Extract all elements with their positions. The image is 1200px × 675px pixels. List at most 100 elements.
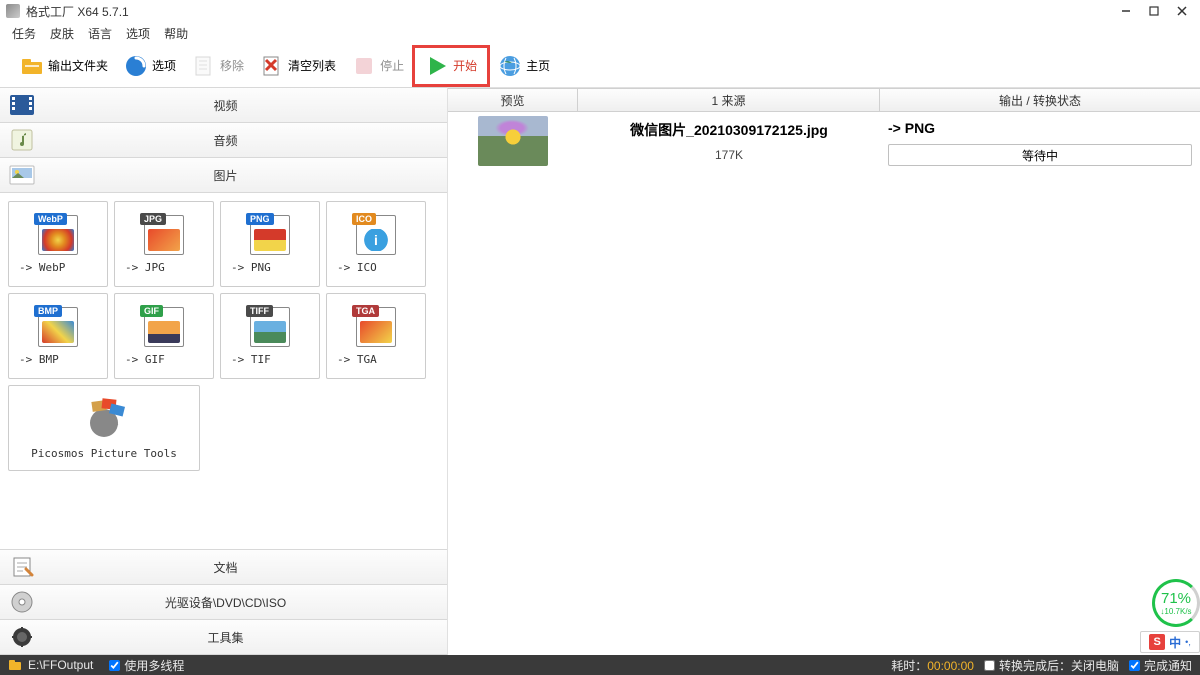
format-jpg[interactable]: JPG -> JPG	[114, 201, 214, 287]
multithread-checkbox[interactable]: 使用多线程	[109, 657, 184, 674]
multithread-input[interactable]	[109, 660, 120, 671]
format-thumb: TGA	[356, 307, 396, 347]
main-panel: 预览 1 来源 输出 / 转换状态 微信图片_20210309172125.jp…	[448, 88, 1200, 655]
ime-more-icon: •,	[1185, 637, 1191, 647]
video-icon	[6, 91, 38, 119]
sidebar: 视频 音频 图片 WebP -> WebP JPG -> JPG	[0, 88, 448, 655]
category-doc-label: 文档	[44, 559, 447, 576]
menu-task[interactable]: 任务	[12, 25, 36, 42]
maximize-button[interactable]	[1142, 2, 1166, 20]
picosmos-icon	[76, 397, 132, 441]
minimize-button[interactable]	[1114, 2, 1138, 20]
menu-lang[interactable]: 语言	[88, 25, 112, 42]
category-image-label: 图片	[44, 167, 447, 184]
stop-label: 停止	[380, 57, 404, 74]
category-video[interactable]: 视频	[0, 87, 447, 123]
category-doc[interactable]: 文档	[0, 549, 447, 585]
image-icon	[6, 161, 38, 189]
start-button[interactable]: 开始	[417, 50, 485, 82]
category-audio-label: 音频	[44, 132, 447, 149]
filename: 微信图片_20210309172125.jpg	[630, 120, 828, 140]
format-grid: WebP -> WebP JPG -> JPG PNG -> PNG ICOi …	[8, 201, 439, 471]
speed-widget[interactable]: 71% ↓10.7K/s	[1152, 579, 1200, 627]
elapsed: 耗时：00:00:00	[891, 657, 974, 674]
menu-help[interactable]: 帮助	[164, 25, 188, 42]
clear-icon	[260, 54, 284, 78]
close-after-checkbox[interactable]: 转换完成后：关闭电脑	[984, 657, 1119, 674]
category-audio[interactable]: 音频	[0, 122, 447, 158]
menubar: 任务 皮肤 语言 选项 帮助	[0, 22, 1200, 44]
format-tif[interactable]: TIFF -> TIF	[220, 293, 320, 379]
notify-input[interactable]	[1129, 660, 1140, 671]
remove-button[interactable]: 移除	[184, 50, 252, 82]
formats-area: WebP -> WebP JPG -> JPG PNG -> PNG ICOi …	[0, 193, 447, 550]
remove-label: 移除	[220, 57, 244, 74]
format-bmp[interactable]: BMP -> BMP	[8, 293, 108, 379]
output-folder-label: 输出文件夹	[48, 57, 108, 74]
th-source[interactable]: 1 来源	[578, 89, 880, 111]
output-path[interactable]: E:\FFOutput	[28, 658, 93, 672]
format-ico[interactable]: ICOi -> ICO	[326, 201, 426, 287]
options-button[interactable]: 选项	[116, 50, 184, 82]
category-video-label: 视频	[44, 97, 447, 114]
tools-icon	[6, 623, 38, 651]
options-label: 选项	[152, 57, 176, 74]
close-after-input[interactable]	[984, 660, 995, 671]
format-webp[interactable]: WebP -> WebP	[8, 201, 108, 287]
close-button[interactable]	[1170, 2, 1194, 20]
format-gif[interactable]: GIF -> GIF	[114, 293, 214, 379]
ime-widget[interactable]: S 中 •,	[1140, 631, 1200, 653]
format-png[interactable]: PNG -> PNG	[220, 201, 320, 287]
stop-button[interactable]: 停止	[344, 50, 412, 82]
filesize: 177K	[715, 148, 743, 162]
menu-option[interactable]: 选项	[126, 25, 150, 42]
category-disc-label: 光驱设备\DVD\CD\ISO	[44, 594, 447, 611]
format-thumb: PNG	[250, 215, 290, 255]
play-icon	[425, 54, 449, 78]
format-thumb: GIF	[144, 307, 184, 347]
clear-list-button[interactable]: 清空列表	[252, 50, 344, 82]
format-tga[interactable]: TGA -> TGA	[326, 293, 426, 379]
category-image[interactable]: 图片	[0, 157, 447, 193]
target-format: -> PNG	[888, 120, 1192, 136]
toolbar: 输出文件夹 选项 移除 清空列表 停止 开始 主页	[0, 44, 1200, 88]
cell-source: 微信图片_20210309172125.jpg 177K	[578, 116, 880, 166]
thumbnail-image	[478, 116, 548, 166]
audio-icon	[6, 126, 38, 154]
bottom-categories: 文档 光驱设备\DVD\CD\ISO 工具集	[0, 550, 447, 655]
doc-icon	[6, 553, 38, 581]
format-thumb: JPG	[144, 215, 184, 255]
clear-label: 清空列表	[288, 57, 336, 74]
th-output[interactable]: 输出 / 转换状态	[880, 89, 1200, 111]
format-thumb: WebP	[38, 215, 78, 255]
picosmos-label: Picosmos Picture Tools	[31, 447, 177, 460]
remove-icon	[192, 54, 216, 78]
multithread-label: 使用多线程	[124, 657, 184, 674]
notify-checkbox[interactable]: 完成通知	[1129, 657, 1192, 674]
start-highlight: 开始	[412, 45, 490, 87]
titlebar: 格式工厂 X64 5.7.1	[0, 0, 1200, 22]
cell-output: -> PNG 等待中	[880, 116, 1200, 166]
category-disc[interactable]: 光驱设备\DVD\CD\ISO	[0, 584, 447, 620]
ime-lang: 中	[1169, 634, 1181, 651]
window-title: 格式工厂 X64 5.7.1	[26, 3, 1110, 20]
home-label: 主页	[526, 57, 550, 74]
table-row[interactable]: 微信图片_20210309172125.jpg 177K -> PNG 等待中	[448, 112, 1200, 170]
output-folder-button[interactable]: 输出文件夹	[12, 50, 116, 82]
format-thumb: ICOi	[356, 215, 396, 255]
menu-skin[interactable]: 皮肤	[50, 25, 74, 42]
notify-label: 完成通知	[1144, 657, 1192, 674]
start-label: 开始	[453, 57, 477, 74]
speed-rate: ↓10.7K/s	[1160, 607, 1191, 616]
ime-logo: S	[1149, 634, 1165, 650]
app-icon	[6, 4, 20, 18]
statusbar: E:\FFOutput 使用多线程 耗时：00:00:00 转换完成后：关闭电脑…	[0, 655, 1200, 675]
folder-small-icon	[8, 659, 22, 671]
floating-widgets: 71% ↓10.7K/s S 中 •,	[1140, 579, 1200, 653]
format-picosmos[interactable]: Picosmos Picture Tools	[8, 385, 200, 471]
home-button[interactable]: 主页	[490, 50, 558, 82]
disc-icon	[6, 588, 38, 616]
category-tools-label: 工具集	[44, 629, 447, 646]
category-tools[interactable]: 工具集	[0, 619, 447, 655]
th-preview[interactable]: 预览	[448, 89, 578, 111]
